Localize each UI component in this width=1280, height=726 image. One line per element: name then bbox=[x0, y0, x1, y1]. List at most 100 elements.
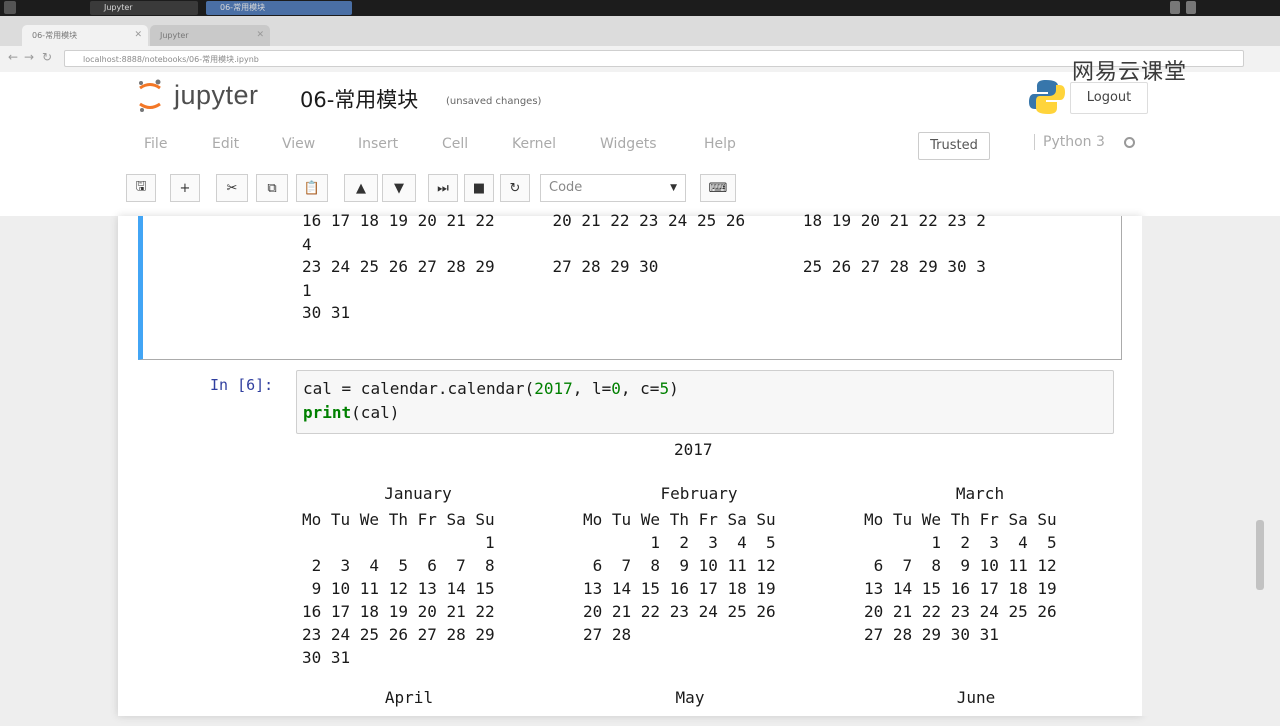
command-palette-button[interactable]: ⌨ bbox=[700, 174, 736, 202]
os-taskbar: Jupyter 06-常用模块 bbox=[0, 0, 1280, 16]
month-line: 23 24 25 26 27 28 29 bbox=[302, 625, 495, 644]
cell-type-select[interactable]: Code ▼ bbox=[540, 174, 686, 202]
back-arrow-icon[interactable]: ← bbox=[8, 50, 18, 64]
paste-button[interactable]: 📋 bbox=[296, 174, 328, 202]
reload-icon[interactable]: ↻ bbox=[42, 50, 52, 64]
menu-edit[interactable]: Edit bbox=[212, 136, 239, 152]
notebook-toolbar: 🖫 + ✂ ⧉ 📋 ▲ ▼ ⏭ ■ ↻ Code ▼ ⌨ bbox=[0, 170, 1280, 208]
month-line: 27 28 bbox=[583, 625, 632, 644]
code-input[interactable]: cal = calendar.calendar(2017, l=0, c=5) … bbox=[296, 370, 1114, 434]
logout-button[interactable]: Logout bbox=[1070, 82, 1148, 114]
month-line: 30 31 bbox=[302, 648, 351, 667]
left-gutter bbox=[0, 216, 118, 716]
kernel-status-icon bbox=[1124, 137, 1135, 148]
run-button[interactable]: ⏭ bbox=[428, 174, 458, 202]
month-name: January bbox=[384, 484, 452, 503]
close-icon[interactable]: ✕ bbox=[134, 25, 142, 46]
cut-button[interactable]: ✂ bbox=[216, 174, 248, 202]
menu-help[interactable]: Help bbox=[704, 136, 736, 152]
kernel-name: Python 3 bbox=[1034, 134, 1105, 150]
notebook-title[interactable]: 06-常用模块 bbox=[300, 84, 418, 114]
browser-tab-notebook[interactable]: 06-常用模块 ✕ bbox=[22, 25, 148, 46]
calendar-month-january: January Mo Tu We Th Fr Sa Su 1 2 3 4 5 6… bbox=[302, 484, 534, 667]
code-token: (cal) bbox=[351, 403, 400, 422]
output-line: 1 bbox=[302, 281, 312, 300]
output-line: 23 24 25 26 27 28 29 27 28 29 30 25 26 2… bbox=[302, 257, 986, 276]
month-line: 6 7 8 9 10 11 12 bbox=[864, 556, 1057, 575]
code-token: ) bbox=[669, 379, 679, 398]
input-prompt: In [6]: bbox=[210, 376, 274, 394]
month-line: 27 28 29 30 31 bbox=[864, 625, 999, 644]
os-window-tab-notebook[interactable]: 06-常用模块 bbox=[206, 1, 352, 15]
restart-button[interactable]: ↻ bbox=[500, 174, 530, 202]
volume-icon bbox=[1186, 1, 1196, 14]
code-token: 5 bbox=[659, 379, 670, 398]
menu-cell[interactable]: Cell bbox=[442, 136, 468, 152]
output-line: 30 31 bbox=[302, 303, 351, 322]
code-text: cal = calendar.calendar(2017, l=0, c=5) … bbox=[303, 377, 679, 425]
code-token: print bbox=[303, 403, 352, 422]
jupyter-wordmark: jupyter bbox=[174, 80, 259, 110]
url-input[interactable]: localhost:8888/notebooks/06-常用模块.ipynb bbox=[64, 50, 1244, 67]
arrow-down-icon: ▼ bbox=[394, 180, 404, 196]
menu-widgets[interactable]: Widgets bbox=[600, 136, 657, 152]
python-logo-icon bbox=[1029, 80, 1065, 114]
step-forward-icon: ⏭ bbox=[437, 180, 449, 196]
output-line: 16 17 18 19 20 21 22 20 21 22 23 24 25 2… bbox=[302, 211, 986, 230]
calendar-month-march: March Mo Tu We Th Fr Sa Su 1 2 3 4 5 6 7… bbox=[864, 484, 1096, 664]
chevron-down-icon: ▼ bbox=[670, 183, 677, 193]
close-icon[interactable]: ✕ bbox=[256, 25, 264, 46]
code-token: 2017 bbox=[534, 379, 573, 398]
selected-cell[interactable] bbox=[138, 216, 1122, 360]
os-window-tab-label: 06-常用模块 bbox=[220, 3, 266, 12]
interrupt-button[interactable]: ■ bbox=[464, 174, 494, 202]
calendar-month-april: April bbox=[293, 688, 525, 712]
month-line: 13 14 15 16 17 18 19 bbox=[583, 579, 776, 598]
month-line: 20 21 22 23 24 25 26 bbox=[583, 602, 776, 621]
code-token: = calendar.calendar( bbox=[331, 379, 535, 398]
browser-tab-strip: 06-常用模块 ✕ Jupyter ✕ bbox=[0, 16, 1280, 46]
right-gutter bbox=[1142, 216, 1280, 716]
browser-tab-jupyter[interactable]: Jupyter ✕ bbox=[150, 25, 270, 46]
browser-tab-label: Jupyter bbox=[160, 31, 189, 40]
month-line: 2 3 4 5 6 7 8 bbox=[302, 556, 495, 575]
save-status: (unsaved changes) bbox=[446, 96, 542, 107]
month-line: 1 2 3 4 5 bbox=[583, 533, 776, 552]
month-name: February bbox=[660, 484, 738, 503]
os-menu-icon[interactable] bbox=[4, 1, 16, 14]
month-line: Mo Tu We Th Fr Sa Su bbox=[864, 510, 1057, 529]
code-token: , c= bbox=[620, 379, 660, 398]
save-button[interactable]: 🖫 bbox=[126, 174, 156, 202]
month-name: May bbox=[675, 688, 705, 707]
menu-kernel[interactable]: Kernel bbox=[512, 136, 556, 152]
stop-icon: ■ bbox=[472, 180, 486, 196]
menu-view[interactable]: View bbox=[282, 136, 315, 152]
month-line: Mo Tu We Th Fr Sa Su bbox=[302, 510, 495, 529]
copy-icon: ⧉ bbox=[267, 180, 277, 196]
jupyter-logo[interactable]: jupyter bbox=[134, 78, 274, 114]
menu-file[interactable]: File bbox=[144, 136, 167, 152]
save-icon: 🖫 bbox=[135, 179, 147, 194]
paste-icon: 📋 bbox=[303, 180, 321, 196]
move-down-button[interactable]: ▼ bbox=[382, 174, 416, 202]
month-line: 20 21 22 23 24 25 26 bbox=[864, 602, 1057, 621]
page-scrollbar[interactable] bbox=[1256, 520, 1264, 590]
os-window-tab-browser[interactable]: Jupyter bbox=[90, 1, 198, 15]
trusted-indicator[interactable]: Trusted bbox=[918, 132, 990, 160]
insert-cell-button[interactable]: + bbox=[170, 174, 200, 202]
month-line: 9 10 11 12 13 14 15 bbox=[302, 579, 495, 598]
forward-arrow-icon[interactable]: → bbox=[24, 50, 34, 64]
month-line: 1 2 3 4 5 bbox=[864, 533, 1057, 552]
menu-insert[interactable]: Insert bbox=[358, 136, 398, 152]
cell-output-previous: 16 17 18 19 20 21 22 20 21 22 23 24 25 2… bbox=[302, 208, 986, 322]
calendar-month-february: February Mo Tu We Th Fr Sa Su 1 2 3 4 5 … bbox=[583, 484, 815, 664]
keyboard-icon: ⌨ bbox=[708, 180, 728, 196]
copy-button[interactable]: ⧉ bbox=[256, 174, 288, 202]
output-line: 4 bbox=[302, 235, 312, 254]
move-up-button[interactable]: ▲ bbox=[344, 174, 378, 202]
month-name: April bbox=[384, 688, 434, 707]
network-icon bbox=[1170, 1, 1180, 14]
month-line: 13 14 15 16 17 18 19 bbox=[864, 579, 1057, 598]
scissors-icon: ✂ bbox=[226, 180, 238, 196]
calendar-year: 2017 bbox=[674, 440, 713, 459]
